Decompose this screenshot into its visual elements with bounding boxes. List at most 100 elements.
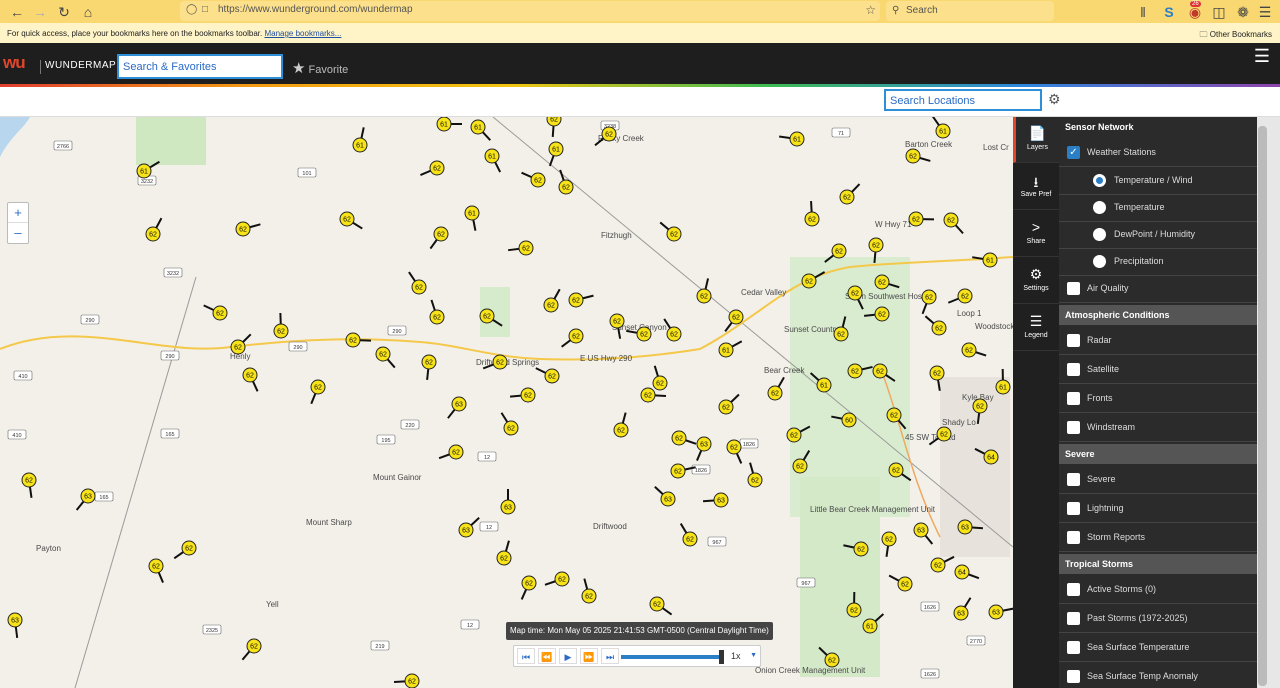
weather-station-marker[interactable]: 63 (75, 488, 96, 511)
weather-station-marker[interactable]: 62 (881, 531, 897, 557)
layer-severe[interactable]: Severe (1059, 466, 1257, 494)
toolbar-save-pref[interactable]: ⭳ Save Pref (1013, 164, 1059, 210)
other-bookmarks[interactable]: 🗀 Other Bookmarks (1200, 29, 1272, 43)
panel-scrollbar[interactable] (1258, 126, 1267, 686)
radio-icon[interactable] (1093, 228, 1106, 241)
weather-station-marker[interactable]: 64 (954, 564, 980, 580)
layer-satellite[interactable]: Satellite (1059, 356, 1257, 384)
weather-station-marker[interactable]: 62 (947, 288, 973, 304)
zoom-in-button[interactable]: + (8, 203, 28, 223)
weather-station-marker[interactable]: 62 (659, 221, 682, 242)
weather-station-marker[interactable]: 62 (747, 462, 763, 488)
weather-station-marker[interactable]: 62 (148, 558, 164, 583)
weather-station-marker[interactable]: 62 (242, 367, 259, 392)
forward-icon[interactable]: → (31, 3, 49, 21)
layer-radar[interactable]: Radar (1059, 327, 1257, 355)
map-settings-gear-icon[interactable]: ⚙ (1048, 91, 1061, 108)
weather-station-marker[interactable]: 61 (779, 131, 805, 147)
layer-windstream[interactable]: Windstream (1059, 414, 1257, 442)
weather-station-marker[interactable]: 62 (804, 200, 820, 227)
weather-station-marker[interactable]: 62 (145, 217, 163, 242)
browser-search-box[interactable]: ⚲ Search (886, 1, 1054, 21)
weather-station-marker[interactable]: 63 (500, 489, 516, 515)
speed-select[interactable]: 1x ▼ (728, 648, 760, 664)
weather-station-marker[interactable]: 62 (520, 575, 537, 600)
weather-station-marker[interactable]: 62 (420, 160, 445, 176)
library-icon[interactable]: ‖ (1134, 3, 1152, 21)
weather-station-marker[interactable]: 62 (546, 117, 562, 138)
favorite-button[interactable]: ★ Favorite (292, 59, 348, 77)
weather-station-marker[interactable]: 61 (470, 119, 492, 141)
weather-station-marker[interactable]: 62 (568, 292, 594, 308)
weather-station-marker[interactable]: 63 (702, 492, 729, 508)
bookmark-star-icon[interactable]: ☆ (865, 3, 876, 17)
weather-station-marker[interactable]: 62 (421, 354, 437, 381)
option-temperature[interactable]: Temperature (1059, 194, 1257, 222)
weather-station-marker[interactable]: 62 (535, 367, 560, 384)
weather-station-marker[interactable]: 62 (930, 555, 955, 573)
weather-station-marker[interactable]: 62 (310, 379, 326, 405)
weather-station-marker[interactable]: 62 (375, 346, 396, 369)
checkbox-icon[interactable] (1067, 473, 1080, 486)
weather-station-marker[interactable]: 63 (913, 522, 934, 545)
weather-station-marker[interactable]: 62 (173, 540, 197, 560)
weather-station-marker[interactable]: 62 (203, 304, 228, 321)
checkbox-icon[interactable] (1067, 641, 1080, 654)
weather-station-marker[interactable]: 62 (339, 211, 363, 230)
checkbox-icon[interactable] (1067, 282, 1080, 295)
weather-station-marker[interactable]: 63 (447, 396, 467, 419)
toolbar-settings[interactable]: ⚙ Settings (1013, 258, 1059, 304)
toolbar-share[interactable]: > Share (1013, 211, 1059, 257)
option-dewpoint-humidity[interactable]: DewPoint / Humidity (1059, 221, 1257, 249)
skip-end-icon[interactable]: ⏭ (601, 648, 619, 664)
weather-station-marker[interactable]: 62 (438, 444, 464, 460)
checkbox-icon[interactable] (1067, 392, 1080, 405)
toolbar-legend[interactable]: ☰ Legend (1013, 305, 1059, 351)
timeline-slider-handle[interactable] (719, 650, 724, 664)
layer-sea-surface-temp[interactable]: Sea Surface Temperature (1059, 634, 1257, 662)
weather-station-marker[interactable]: 63 (458, 516, 480, 538)
radio-selected-icon[interactable] (1093, 174, 1106, 187)
sidebar-icon[interactable]: ◫ (1210, 3, 1228, 21)
weather-station-marker[interactable]: 63 (696, 436, 712, 461)
weather-station-marker[interactable]: 62 (649, 596, 673, 616)
weather-station-marker[interactable]: 62 (561, 328, 584, 348)
map-canvas[interactable]: Barton Creek Lost Cr Fitzhugh Cedar Valley B… (0, 117, 1013, 688)
weather-station-marker[interactable]: 61 (931, 117, 951, 139)
weather-station-marker[interactable]: 62 (921, 289, 937, 315)
weather-station-marker[interactable]: 61 (464, 205, 480, 231)
weather-station-marker[interactable]: 61 (548, 141, 564, 167)
checkbox-icon[interactable] (1067, 334, 1080, 347)
weather-station-marker[interactable]: 62 (496, 540, 512, 566)
checkbox-icon[interactable] (1067, 531, 1080, 544)
reload-icon[interactable]: ↻ (55, 3, 73, 21)
extension-s-icon[interactable]: S (1160, 3, 1178, 21)
checkbox-icon[interactable] (1067, 612, 1080, 625)
weather-station-marker[interactable]: 62 (509, 387, 536, 403)
weather-station-marker[interactable]: 61 (995, 368, 1011, 395)
weather-station-marker[interactable]: 62 (663, 318, 682, 342)
weather-station-marker[interactable]: 62 (905, 148, 931, 164)
option-temperature-wind[interactable]: Temperature / Wind (1059, 167, 1257, 195)
layer-weather-stations[interactable]: ✓ Weather Stations (1059, 139, 1257, 167)
home-icon[interactable]: ⌂ (79, 3, 97, 21)
checkbox-icon[interactable] (1067, 583, 1080, 596)
play-icon[interactable]: ▶ (559, 648, 577, 664)
weather-station-marker[interactable]: 62 (241, 638, 262, 661)
hamburger-menu-icon[interactable]: ☰ (1254, 46, 1270, 67)
weather-station-marker[interactable]: 62 (581, 578, 597, 604)
weather-station-marker[interactable]: 61 (436, 117, 462, 132)
step-back-icon[interactable]: ⏪ (538, 648, 556, 664)
weather-station-marker[interactable]: 62 (726, 439, 743, 464)
layer-sea-surface-anomaly[interactable]: Sea Surface Temp Anomaly (1059, 663, 1257, 688)
checkbox-checked-icon[interactable]: ✓ (1067, 146, 1080, 159)
weather-station-marker[interactable]: 62 (544, 571, 570, 587)
weather-station-marker[interactable]: 62 (943, 212, 964, 235)
weather-station-marker[interactable]: 62 (652, 365, 668, 391)
checkbox-icon[interactable] (1067, 670, 1080, 683)
weather-station-marker[interactable]: 62 (500, 412, 519, 436)
skip-start-icon[interactable]: ⏮ (517, 648, 535, 664)
step-forward-icon[interactable]: ⏩ (580, 648, 598, 664)
timeline-slider[interactable] (621, 655, 721, 659)
layer-storm-reports[interactable]: Storm Reports (1059, 524, 1257, 552)
